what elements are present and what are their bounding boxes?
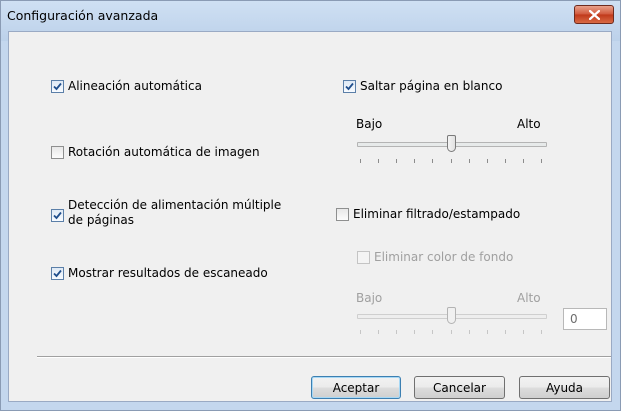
close-button[interactable] (574, 5, 614, 24)
cancel-button[interactable]: Cancelar (414, 376, 505, 399)
multifeed-detection-option[interactable]: Detección de alimentación múltiple de pá… (51, 198, 281, 228)
remove-background-color-checkbox (357, 251, 370, 264)
help-button[interactable]: Ayuda (519, 376, 610, 399)
multifeed-detection-label: Detección de alimentación múltiple de pá… (68, 198, 281, 228)
auto-rotate-option[interactable]: Rotación automática de imagen (51, 145, 260, 160)
show-scan-results-option[interactable]: Mostrar resultados de escaneado (51, 266, 268, 281)
button-separator (37, 356, 611, 358)
remove-bleed-through-option[interactable]: Eliminar filtrado/estampado (336, 207, 520, 222)
slider-tick (469, 159, 470, 163)
slider-tick (360, 330, 361, 334)
checkmark-icon (53, 82, 62, 91)
show-scan-results-label: Mostrar resultados de escaneado (68, 266, 268, 280)
skip-blank-min-label: Bajo (356, 117, 383, 131)
remove-background-color-label: Eliminar color de fondo (374, 250, 514, 264)
dialog-body: Alineación automática Rotación automátic… (8, 31, 612, 402)
remove-bleed-through-checkbox[interactable] (336, 208, 349, 221)
multifeed-detection-checkbox[interactable] (51, 209, 64, 222)
slider-tick (414, 159, 415, 163)
title-bar[interactable]: Configuración avanzada (1, 1, 620, 31)
slider-tick (360, 159, 361, 163)
slider-tick (523, 330, 524, 334)
dialog-title: Configuración avanzada (7, 8, 159, 23)
multifeed-detection-label-line1: Detección de alimentación múltiple (68, 198, 282, 212)
background-level-value: 0 (563, 308, 607, 330)
slider-tick (432, 159, 433, 163)
checkmark-icon (345, 82, 354, 91)
background-max-label: Alto (517, 291, 541, 305)
slider-tick (396, 159, 397, 163)
background-slider-thumb (447, 307, 456, 324)
slider-tick (541, 159, 542, 163)
multifeed-detection-label-line2: de páginas (68, 213, 134, 227)
skip-blank-page-label: Saltar página en blanco (360, 79, 503, 93)
show-scan-results-checkbox[interactable] (51, 267, 64, 280)
slider-tick (432, 330, 433, 334)
checkmark-icon (53, 269, 62, 278)
skip-blank-max-label: Alto (517, 117, 541, 131)
slider-tick (487, 159, 488, 163)
auto-rotate-label: Rotación automática de imagen (68, 145, 260, 159)
auto-align-option[interactable]: Alineación automática (51, 79, 202, 94)
slider-tick (523, 159, 524, 163)
slider-tick (414, 330, 415, 334)
auto-align-label: Alineación automática (68, 79, 202, 93)
slider-tick (378, 330, 379, 334)
slider-tick (505, 159, 506, 163)
background-min-label: Bajo (356, 291, 383, 305)
slider-tick (396, 330, 397, 334)
checkmark-icon (53, 211, 62, 220)
advanced-settings-dialog: Configuración avanzada Alineación automá… (0, 0, 621, 411)
slider-tick (451, 330, 452, 334)
close-icon (588, 9, 600, 20)
slider-tick (378, 159, 379, 163)
auto-align-checkbox[interactable] (51, 80, 64, 93)
accept-button[interactable]: Aceptar (311, 376, 401, 399)
slider-tick (541, 330, 542, 334)
slider-tick (487, 330, 488, 334)
remove-bleed-through-label: Eliminar filtrado/estampado (353, 207, 521, 221)
slider-tick (451, 159, 452, 163)
skip-blank-page-option[interactable]: Saltar página en blanco (343, 79, 502, 94)
auto-rotate-checkbox[interactable] (51, 146, 64, 159)
skip-blank-slider-thumb[interactable] (447, 135, 456, 152)
remove-background-color-option: Eliminar color de fondo (357, 250, 513, 265)
slider-tick (469, 330, 470, 334)
skip-blank-page-checkbox[interactable] (343, 80, 356, 93)
slider-tick (505, 330, 506, 334)
